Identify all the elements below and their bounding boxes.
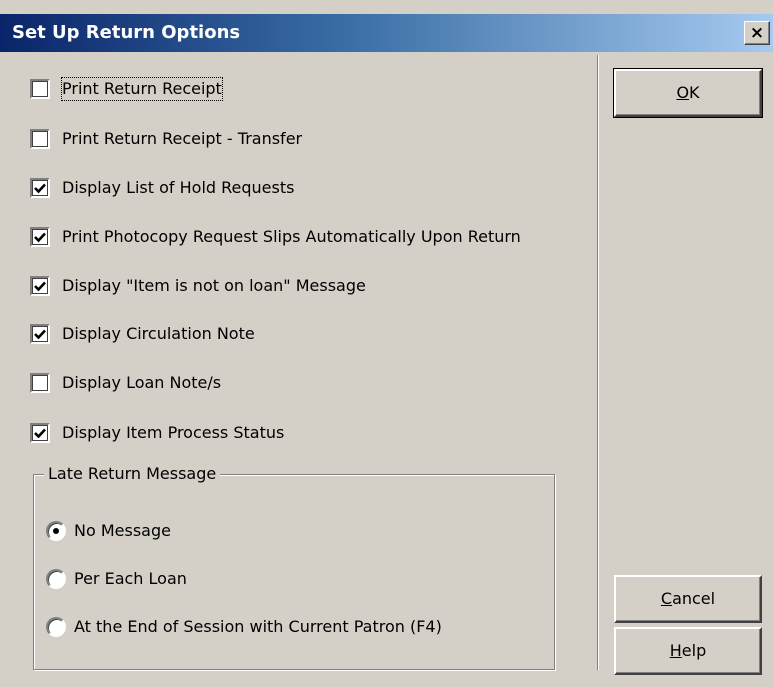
option-label: Display Loan Note/s <box>62 373 222 392</box>
ok-button[interactable]: OK <box>613 68 763 118</box>
radio-label: At the End of Session with Current Patro… <box>74 617 442 636</box>
vertical-separator <box>597 55 599 670</box>
checkbox-checked[interactable] <box>30 423 50 443</box>
option-print-return-receipt-transfer[interactable]: Print Return Receipt - Transfer <box>30 128 302 150</box>
checkmark-icon <box>34 232 46 243</box>
set-up-return-options-dialog: Set Up Return Options × Print Return Rec… <box>0 0 773 687</box>
option-label: Print Photocopy Request Slips Automatica… <box>62 227 521 246</box>
help-button[interactable]: Help <box>614 627 762 675</box>
close-button[interactable]: × <box>744 21 770 45</box>
checkbox-unchecked[interactable] <box>30 373 50 393</box>
checkmark-icon <box>34 281 46 292</box>
window-title: Set Up Return Options <box>12 22 241 43</box>
radio-label: Per Each Loan <box>74 569 187 588</box>
option-display-not-on-loan-message[interactable]: Display "Item is not on loan" Message <box>30 275 366 297</box>
checkbox-unchecked[interactable] <box>30 129 50 149</box>
option-print-return-receipt[interactable]: Print Return Receipt <box>30 77 223 101</box>
option-display-loan-notes[interactable]: Display Loan Note/s <box>30 372 221 394</box>
checkmark-icon <box>34 183 46 194</box>
checkbox-checked[interactable] <box>30 276 50 296</box>
option-label: Display Circulation Note <box>62 324 255 343</box>
checkmark-icon <box>34 428 46 439</box>
option-label: Print Return Receipt <box>61 77 223 101</box>
option-label: Display Item Process Status <box>62 423 285 442</box>
option-print-photocopy-slips[interactable]: Print Photocopy Request Slips Automatica… <box>30 226 521 248</box>
late-return-message-group: Late Return Message No Message Per Each … <box>33 463 555 670</box>
radio-end-of-session[interactable]: At the End of Session with Current Patro… <box>46 616 442 638</box>
group-legend: Late Return Message <box>44 463 221 485</box>
option-label: Display "Item is not on loan" Message <box>62 276 366 295</box>
option-label: Display List of Hold Requests <box>62 178 295 197</box>
ok-accelerator: O <box>676 83 690 102</box>
option-display-item-process-status[interactable]: Display Item Process Status <box>30 422 284 444</box>
option-label: Print Return Receipt - Transfer <box>62 129 303 148</box>
checkbox-checked[interactable] <box>30 178 50 198</box>
radio-per-each-loan[interactable]: Per Each Loan <box>46 568 187 590</box>
radio-button-unselected[interactable] <box>46 617 66 637</box>
ok-label-rest: K <box>689 83 700 102</box>
cancel-label-rest: ancel <box>672 589 716 608</box>
radio-button-selected[interactable] <box>46 521 66 541</box>
close-icon: × <box>749 23 765 43</box>
help-accelerator: H <box>669 641 682 660</box>
radio-label: No Message <box>74 521 171 540</box>
option-display-circulation-note[interactable]: Display Circulation Note <box>30 323 255 345</box>
checkbox-checked[interactable] <box>30 324 50 344</box>
checkbox-checked[interactable] <box>30 227 50 247</box>
option-display-hold-requests[interactable]: Display List of Hold Requests <box>30 177 294 199</box>
checkmark-icon <box>34 329 46 340</box>
help-label-rest: elp <box>681 641 707 660</box>
checkbox-unchecked[interactable] <box>30 79 50 99</box>
title-bar[interactable]: Set Up Return Options × <box>0 14 773 52</box>
cancel-button[interactable]: Cancel <box>614 575 762 623</box>
cancel-accelerator: C <box>660 589 673 608</box>
radio-button-unselected[interactable] <box>46 569 66 589</box>
radio-dot-icon <box>53 528 59 534</box>
radio-no-message[interactable]: No Message <box>46 520 171 542</box>
